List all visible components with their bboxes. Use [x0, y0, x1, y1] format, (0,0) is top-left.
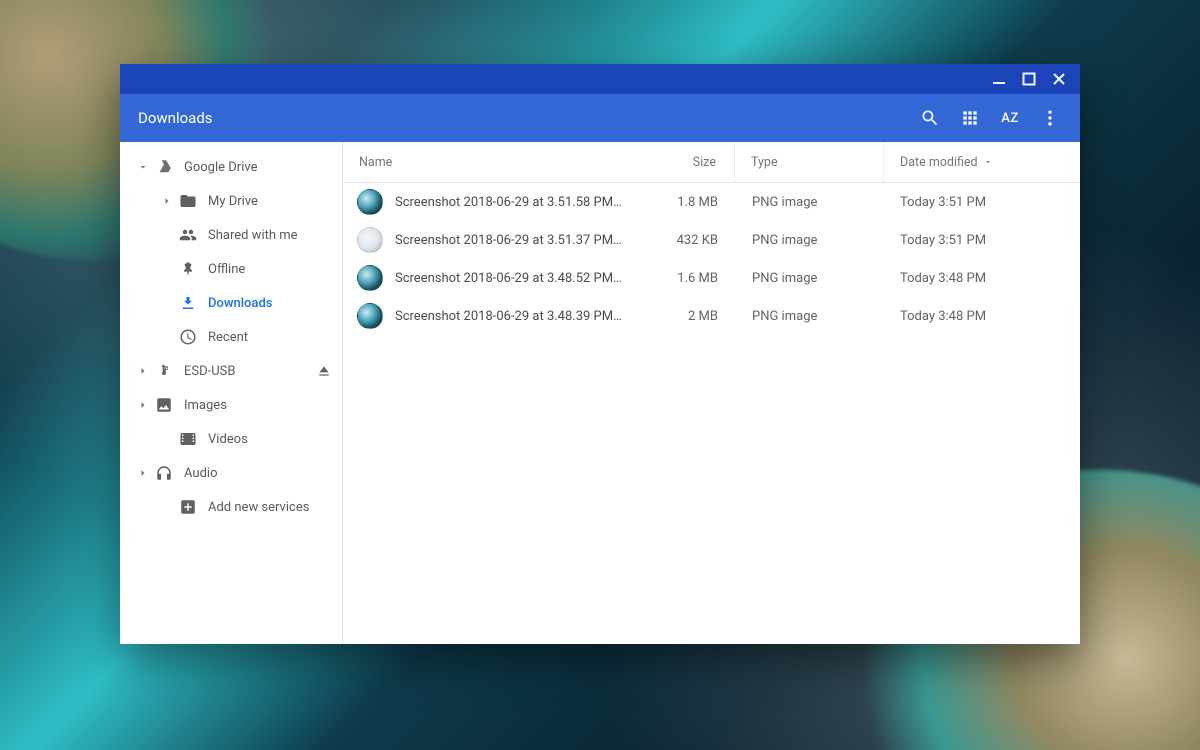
headphones-icon — [154, 463, 174, 483]
minimize-icon — [992, 72, 1006, 86]
window-titlebar — [120, 64, 1080, 94]
sidebar-item-images[interactable]: Images — [126, 388, 342, 422]
chevron-right-icon[interactable] — [134, 464, 152, 482]
app-toolbar: Downloads AZ — [120, 94, 1080, 142]
image-icon — [154, 395, 174, 415]
column-header-size[interactable]: Size — [620, 142, 735, 182]
chevron-down-icon[interactable] — [134, 158, 152, 176]
sidebar-item-offline[interactable]: Offline — [126, 252, 342, 286]
file-type: PNG image — [736, 195, 884, 210]
chevron-right-icon[interactable] — [158, 192, 176, 210]
sidebar-item-videos[interactable]: Videos — [126, 422, 342, 456]
window-minimize-button[interactable] — [984, 64, 1014, 94]
file-date: Today 3:48 PM — [884, 309, 1080, 324]
usb-icon — [154, 361, 174, 381]
sidebar-item-esd-usb[interactable]: ESD-USB — [126, 354, 342, 388]
sidebar-item-downloads[interactable]: Downloads — [126, 286, 342, 320]
file-name: Screenshot 2018-06-29 at 3.48.52 PM.png — [395, 271, 622, 286]
sidebar-item-label: My Drive — [208, 194, 334, 209]
more-options-button[interactable] — [1030, 98, 1070, 138]
file-row[interactable]: Screenshot 2018-06-29 at 3.51.37 PM.png … — [343, 221, 1080, 259]
desktop-wallpaper: { "window": { "title": "Downloads" }, "t… — [0, 0, 1200, 750]
file-size: 432 KB — [622, 233, 736, 248]
column-header-label: Date modified — [900, 155, 978, 170]
close-icon — [1052, 72, 1066, 86]
grid-view-icon — [960, 108, 980, 128]
drive-icon — [154, 157, 174, 177]
sidebar-item-label: Add new services — [208, 500, 334, 515]
file-thumbnail — [357, 227, 383, 253]
sidebar-item-label: ESD-USB — [184, 364, 314, 379]
file-name: Screenshot 2018-06-29 at 3.48.39 PM.png — [395, 309, 622, 324]
video-icon — [178, 429, 198, 449]
file-row[interactable]: Screenshot 2018-06-29 at 3.48.39 PM.png … — [343, 297, 1080, 335]
sidebar-item-label: Images — [184, 398, 334, 413]
sidebar-item-label: Audio — [184, 466, 334, 481]
window-maximize-button[interactable] — [1014, 64, 1044, 94]
column-header-type[interactable]: Type — [735, 142, 884, 182]
file-type: PNG image — [736, 309, 884, 324]
sidebar-item-my-drive[interactable]: My Drive — [126, 184, 342, 218]
sidebar-item-recent[interactable]: Recent — [126, 320, 342, 354]
search-icon — [920, 108, 940, 128]
sidebar: Google Drive My Drive Shar — [120, 142, 343, 644]
file-thumbnail — [357, 189, 383, 215]
file-size: 1.8 MB — [622, 195, 736, 210]
file-date: Today 3:48 PM — [884, 271, 1080, 286]
column-header-name[interactable]: Name — [343, 155, 620, 170]
view-toggle-button[interactable] — [950, 98, 990, 138]
download-icon — [178, 293, 198, 313]
chevron-right-icon[interactable] — [134, 362, 152, 380]
file-size: 2 MB — [622, 309, 736, 324]
sidebar-item-label: Offline — [208, 262, 334, 277]
file-date: Today 3:51 PM — [884, 233, 1080, 248]
file-type: PNG image — [736, 233, 884, 248]
sort-label: AZ — [1001, 111, 1018, 126]
sidebar-item-add-new-services[interactable]: Add new services — [126, 490, 342, 524]
add-box-icon — [178, 497, 198, 517]
file-type: PNG image — [736, 271, 884, 286]
search-button[interactable] — [910, 98, 950, 138]
eject-button[interactable] — [314, 361, 334, 381]
window-close-button[interactable] — [1044, 64, 1074, 94]
window-body: Google Drive My Drive Shar — [120, 142, 1080, 644]
page-title: Downloads — [138, 109, 910, 127]
pin-icon — [178, 259, 198, 279]
sidebar-item-label: Google Drive — [184, 160, 334, 175]
sidebar-item-label: Shared with me — [208, 228, 334, 243]
column-header-date-modified[interactable]: Date modified — [884, 155, 1080, 170]
maximize-icon — [1022, 72, 1036, 86]
file-name: Screenshot 2018-06-29 at 3.51.37 PM.png — [395, 233, 622, 248]
sidebar-item-label: Recent — [208, 330, 334, 345]
file-name: Screenshot 2018-06-29 at 3.51.58 PM.png — [395, 195, 622, 210]
file-row[interactable]: Screenshot 2018-06-29 at 3.48.52 PM.png … — [343, 259, 1080, 297]
column-headers: Name Size Type Date modified — [343, 142, 1080, 183]
sort-button[interactable]: AZ — [990, 98, 1030, 138]
sidebar-item-google-drive[interactable]: Google Drive — [126, 150, 342, 184]
chevron-right-icon[interactable] — [134, 396, 152, 414]
sidebar-item-label: Videos — [208, 432, 334, 447]
folder-icon — [178, 191, 198, 211]
file-size: 1.6 MB — [622, 271, 736, 286]
file-thumbnail — [357, 265, 383, 291]
sidebar-item-audio[interactable]: Audio — [126, 456, 342, 490]
clock-icon — [178, 327, 198, 347]
eject-icon — [316, 363, 332, 379]
file-thumbnail — [357, 303, 383, 329]
sort-desc-icon — [982, 156, 994, 168]
more-vert-icon — [1040, 108, 1060, 128]
file-date: Today 3:51 PM — [884, 195, 1080, 210]
sidebar-item-shared-with-me[interactable]: Shared with me — [126, 218, 342, 252]
files-window: Downloads AZ — [120, 64, 1080, 644]
sidebar-item-label: Downloads — [208, 296, 334, 311]
file-row[interactable]: Screenshot 2018-06-29 at 3.51.58 PM.png … — [343, 183, 1080, 221]
file-list-panel: Name Size Type Date modified Screenshot … — [343, 142, 1080, 644]
file-rows: Screenshot 2018-06-29 at 3.51.58 PM.png … — [343, 183, 1080, 644]
people-icon — [178, 225, 198, 245]
